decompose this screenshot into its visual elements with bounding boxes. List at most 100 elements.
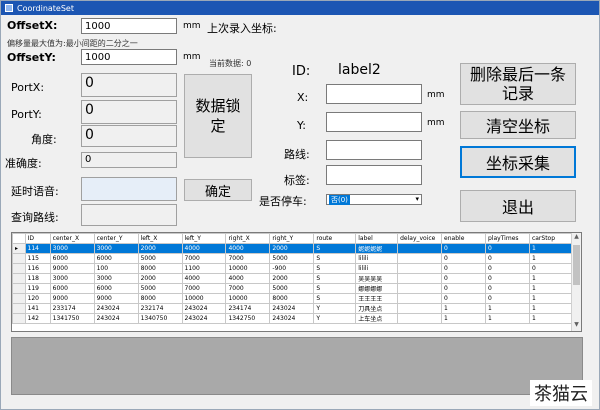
route-input[interactable] bbox=[326, 140, 422, 160]
table-cell[interactable]: 6000 bbox=[49, 253, 95, 264]
table-cell[interactable]: 4000 bbox=[225, 243, 271, 254]
table-cell[interactable]: 0 bbox=[441, 293, 486, 304]
column-header[interactable]: left_X bbox=[137, 233, 183, 244]
table-cell[interactable]: 1 bbox=[485, 313, 530, 324]
table-cell[interactable] bbox=[397, 243, 443, 254]
table-cell[interactable]: 232174 bbox=[137, 303, 183, 314]
table-cell[interactable]: 5000 bbox=[269, 283, 315, 294]
table-row[interactable]: 142 1341750 243024 1340750 243024 1342750 2430… bbox=[12, 313, 573, 324]
table-cell[interactable] bbox=[397, 283, 443, 294]
table-cell[interactable]: 0 bbox=[441, 263, 486, 274]
table-cell[interactable]: 4000 bbox=[181, 273, 227, 284]
table-cell[interactable]: 1 bbox=[485, 303, 530, 314]
table-cell[interactable]: 2000 bbox=[137, 243, 183, 254]
row-header[interactable] bbox=[12, 263, 26, 274]
table-cell[interactable]: 243024 bbox=[269, 303, 315, 314]
table-cell[interactable]: S bbox=[313, 273, 357, 284]
offset-x-input[interactable] bbox=[81, 18, 177, 34]
table-cell[interactable]: 243024 bbox=[181, 303, 227, 314]
query-route-input[interactable] bbox=[81, 204, 177, 226]
table-cell[interactable]: 0 bbox=[441, 243, 486, 254]
table-cell[interactable] bbox=[397, 263, 443, 274]
lock-data-button[interactable]: 数据锁定 bbox=[184, 74, 252, 158]
table-cell[interactable]: 6000 bbox=[93, 253, 139, 264]
table-cell[interactable]: 1 bbox=[528, 273, 573, 284]
column-header[interactable]: label bbox=[355, 233, 399, 244]
table-cell[interactable]: 243024 bbox=[269, 313, 315, 324]
column-header[interactable]: center_Y bbox=[93, 233, 139, 244]
table-cell[interactable]: 0 bbox=[528, 263, 573, 274]
table-cell[interactable]: S bbox=[313, 263, 357, 274]
table-cell[interactable]: 233174 bbox=[49, 303, 95, 314]
table-cell[interactable] bbox=[397, 273, 443, 284]
table-cell[interactable]: 3000 bbox=[93, 243, 139, 254]
table-cell[interactable]: 3000 bbox=[93, 273, 139, 284]
column-header[interactable]: route bbox=[313, 233, 357, 244]
clear-coordinates-button[interactable]: 清空坐标 bbox=[460, 111, 576, 139]
table-cell[interactable]: 7000 bbox=[225, 283, 271, 294]
table-cell[interactable]: 6000 bbox=[93, 283, 139, 294]
table-cell[interactable]: 8000 bbox=[137, 263, 183, 274]
table-cell[interactable]: 234174 bbox=[225, 303, 271, 314]
delete-last-button[interactable]: 删除最后一条记录 bbox=[460, 63, 576, 105]
table-cell[interactable]: 1 bbox=[528, 313, 573, 324]
grid-scrollbar[interactable]: ▲ ▼ bbox=[571, 233, 581, 331]
table-cell[interactable]: 0 bbox=[485, 263, 530, 274]
table-cell[interactable]: lilili bbox=[355, 253, 399, 264]
column-header[interactable]: delay_voice bbox=[397, 233, 443, 244]
tag-input[interactable] bbox=[326, 165, 422, 185]
table-cell[interactable]: 1 bbox=[441, 313, 486, 324]
table-cell[interactable]: S bbox=[313, 253, 357, 264]
x-input[interactable] bbox=[326, 84, 422, 104]
table-cell[interactable]: 10000 bbox=[225, 293, 271, 304]
table-cell[interactable]: 7000 bbox=[181, 253, 227, 264]
table-cell[interactable]: 1 bbox=[528, 293, 573, 304]
table-row[interactable]: 141 233174 243024 232174 243024 234174 243024 Y… bbox=[12, 303, 573, 314]
table-cell[interactable]: 7000 bbox=[181, 283, 227, 294]
table-row[interactable]: 118 3000 3000 2000 4000 4000 2000 S 吴吴吴吴 0 0 1 bbox=[12, 273, 573, 284]
row-header[interactable] bbox=[12, 253, 26, 264]
offset-y-input[interactable] bbox=[81, 49, 177, 65]
column-header[interactable]: playTimes bbox=[485, 233, 530, 244]
delay-voice-input[interactable] bbox=[81, 177, 177, 201]
table-cell[interactable]: 141 bbox=[24, 303, 51, 314]
table-cell[interactable]: 243024 bbox=[93, 313, 139, 324]
scroll-thumb[interactable] bbox=[573, 245, 580, 285]
table-cell[interactable]: 1341750 bbox=[49, 313, 95, 324]
row-header[interactable] bbox=[12, 273, 26, 284]
table-cell[interactable]: 243024 bbox=[93, 303, 139, 314]
table-cell[interactable]: S bbox=[313, 293, 357, 304]
table-cell[interactable]: 1 bbox=[528, 303, 573, 314]
table-cell[interactable]: 1340750 bbox=[137, 313, 183, 324]
column-header[interactable]: enable bbox=[441, 233, 486, 244]
table-cell[interactable]: 6000 bbox=[49, 283, 95, 294]
table-cell[interactable]: S bbox=[313, 243, 357, 254]
table-cell[interactable]: 2000 bbox=[137, 273, 183, 284]
table-cell[interactable]: 5000 bbox=[137, 283, 183, 294]
table-cell[interactable]: 119 bbox=[24, 283, 51, 294]
table-cell[interactable]: 114 bbox=[24, 243, 51, 254]
table-cell[interactable]: 2000 bbox=[269, 243, 315, 254]
table-cell[interactable]: 王王王王 bbox=[355, 293, 399, 304]
row-header[interactable] bbox=[12, 313, 26, 324]
table-cell[interactable]: 1342750 bbox=[225, 313, 271, 324]
table-row[interactable]: 119 6000 6000 5000 7000 7000 5000 S 娜娜娜娜 0 0 1 bbox=[12, 283, 573, 294]
table-cell[interactable]: S bbox=[313, 283, 357, 294]
table-cell[interactable]: 0 bbox=[485, 253, 530, 264]
column-header[interactable]: carStop bbox=[528, 233, 573, 244]
scroll-up-icon[interactable]: ▲ bbox=[572, 233, 581, 243]
table-cell[interactable]: 吴吴吴吴 bbox=[355, 273, 399, 284]
table-cell[interactable]: 4000 bbox=[181, 243, 227, 254]
table-cell[interactable]: 8000 bbox=[269, 293, 315, 304]
table-cell[interactable] bbox=[397, 313, 443, 324]
column-header[interactable]: left_Y bbox=[181, 233, 227, 244]
column-header[interactable]: right_X bbox=[225, 233, 271, 244]
table-cell[interactable]: Y bbox=[313, 313, 357, 324]
table-row[interactable]: 116 9000 100 8000 1100 10000 -900 Slilili 0 0 0 bbox=[12, 263, 573, 274]
table-cell[interactable]: 1 bbox=[528, 243, 573, 254]
table-cell[interactable]: 5000 bbox=[269, 253, 315, 264]
table-cell[interactable]: 1100 bbox=[181, 263, 227, 274]
table-cell[interactable]: 1 bbox=[528, 283, 573, 294]
table-cell[interactable]: 娜娜娜娜 bbox=[355, 283, 399, 294]
row-header[interactable] bbox=[12, 303, 26, 314]
